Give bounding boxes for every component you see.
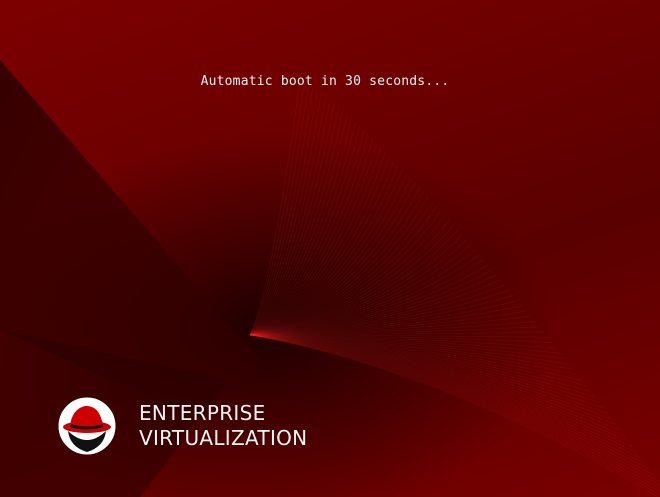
red-hat-shadowman-icon: [58, 397, 116, 455]
product-name: ENTERPRISE VIRTUALIZATION: [139, 401, 307, 451]
product-branding: ENTERPRISE VIRTUALIZATION: [58, 396, 307, 456]
product-name-line1: ENTERPRISE: [139, 401, 266, 425]
boot-screen: Automatic boot in 30 seconds... ENTERPRI…: [0, 0, 660, 497]
product-name-line2: VIRTUALIZATION: [139, 426, 308, 450]
boot-countdown-message: Automatic boot in 30 seconds...: [200, 74, 450, 89]
